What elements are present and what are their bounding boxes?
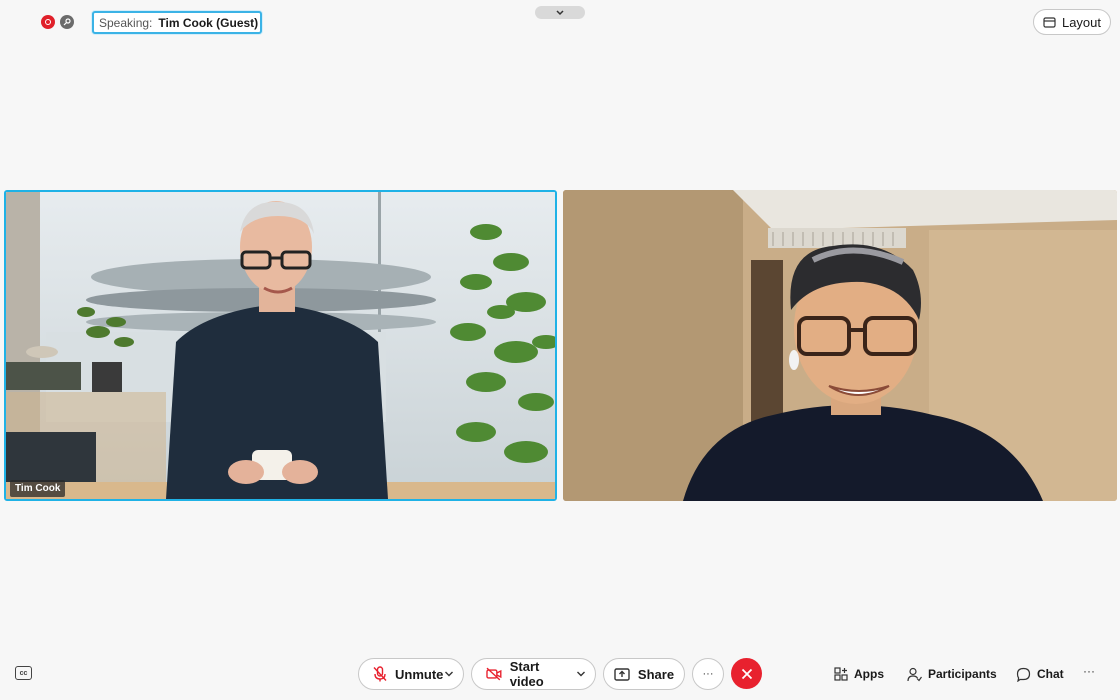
captions-icon: cc	[19, 669, 28, 677]
participants-icon	[907, 667, 922, 681]
apps-button[interactable]: Apps	[834, 664, 884, 684]
close-icon	[741, 668, 752, 679]
start-video-label: Start video	[509, 659, 544, 689]
layout-icon	[1043, 16, 1056, 28]
participants-button[interactable]: Participants	[907, 664, 997, 684]
video-tile-tim-cook[interactable]: Tim Cook	[4, 190, 557, 501]
layout-button[interactable]: Layout	[1033, 9, 1111, 35]
speaking-name: Tim Cook (Guest)	[158, 15, 259, 30]
active-speaker-indicator: Speaking: Tim Cook (Guest)	[92, 11, 262, 34]
end-call-button[interactable]	[731, 658, 762, 689]
video-tile-participant-2[interactable]	[563, 190, 1117, 501]
apps-label: Apps	[854, 667, 884, 681]
participants-label: Participants	[928, 667, 997, 681]
chevron-down-icon[interactable]	[576, 671, 586, 677]
more-icon: ···	[702, 668, 714, 680]
unmute-button[interactable]: Unmute	[358, 658, 464, 690]
speaking-label: Speaking:	[99, 15, 153, 30]
share-label: Share	[637, 666, 675, 682]
participant-name-tag: Tim Cook	[10, 480, 66, 497]
overflow-icon: ···	[1083, 664, 1095, 678]
share-button[interactable]: Share	[603, 658, 685, 690]
lock-icon	[60, 15, 74, 29]
participant-video	[6, 192, 555, 499]
layout-label: Layout	[1061, 14, 1102, 30]
overflow-menu-button[interactable]: ···	[1083, 664, 1095, 678]
share-icon	[614, 667, 630, 681]
apps-icon	[834, 667, 848, 681]
recording-icon	[41, 15, 55, 29]
chat-label: Chat	[1037, 667, 1064, 681]
captions-button[interactable]: cc	[15, 666, 32, 680]
chevron-down-icon	[556, 9, 564, 15]
more-options-button[interactable]: ···	[692, 658, 724, 690]
video-off-icon	[486, 667, 502, 681]
mic-off-icon	[373, 666, 387, 682]
chevron-down-icon[interactable]	[444, 671, 454, 677]
unmute-label: Unmute	[395, 666, 444, 682]
participant-video	[563, 190, 1117, 501]
collapse-toolbar-button[interactable]	[535, 6, 585, 19]
chat-icon	[1016, 667, 1031, 682]
start-video-button[interactable]: Start video	[471, 658, 596, 690]
chat-button[interactable]: Chat	[1016, 664, 1064, 684]
